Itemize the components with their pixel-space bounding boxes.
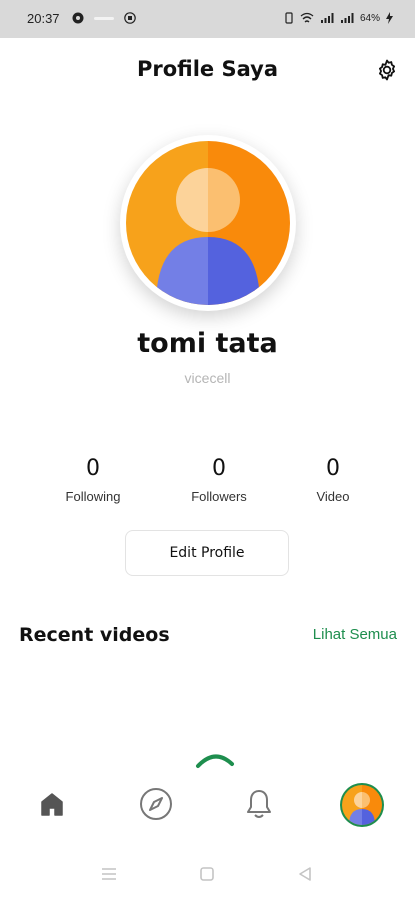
stat-label: Followers bbox=[191, 489, 247, 504]
compass-icon bbox=[140, 788, 172, 820]
stat-label: Following bbox=[65, 489, 121, 504]
stat-video[interactable]: 0 Video bbox=[273, 456, 393, 504]
wifi-icon bbox=[300, 12, 314, 23]
nav-home[interactable] bbox=[33, 785, 71, 823]
edit-profile-button[interactable]: Edit Profile bbox=[125, 530, 289, 576]
menu-icon[interactable] bbox=[100, 866, 118, 882]
stat-label: Video bbox=[316, 489, 350, 504]
status-bar: 20:37 64% bbox=[0, 0, 415, 38]
charging-icon bbox=[386, 12, 393, 24]
stat-value: 0 bbox=[212, 456, 226, 481]
nav-notifications[interactable] bbox=[240, 785, 278, 823]
vibrate-icon bbox=[285, 12, 293, 24]
dash-notification-icon bbox=[94, 17, 114, 20]
app-notification-icon bbox=[72, 12, 84, 24]
nav-explore[interactable] bbox=[137, 785, 175, 823]
lock-notification-icon bbox=[124, 12, 136, 24]
recent-videos-title: Recent videos bbox=[19, 624, 170, 646]
status-system-icons: 64% bbox=[284, 12, 393, 24]
profile-username: vicecell bbox=[184, 370, 231, 386]
gear-icon bbox=[379, 59, 395, 81]
home-square-icon[interactable] bbox=[199, 866, 215, 882]
bottom-nav bbox=[0, 770, 415, 835]
stat-value: 0 bbox=[86, 456, 100, 481]
nav-profile[interactable] bbox=[339, 782, 385, 828]
bell-icon bbox=[247, 790, 271, 818]
signal-icon bbox=[320, 13, 334, 23]
signal-icon-2 bbox=[340, 13, 354, 23]
avatar-icon bbox=[340, 783, 384, 827]
battery-percent: 64% bbox=[359, 12, 380, 24]
settings-button[interactable] bbox=[375, 58, 399, 82]
back-icon[interactable] bbox=[297, 866, 313, 882]
see-all-link[interactable]: Lihat Semua bbox=[313, 626, 397, 643]
stat-value: 0 bbox=[326, 456, 340, 481]
stat-followers[interactable]: 0 Followers bbox=[159, 456, 279, 504]
status-time: 20:37 bbox=[27, 11, 60, 26]
profile-avatar[interactable] bbox=[120, 135, 296, 311]
page-title: Profile Saya bbox=[136, 57, 278, 81]
spinner-icon bbox=[196, 754, 234, 768]
system-nav-bar bbox=[0, 852, 415, 900]
home-icon bbox=[41, 793, 63, 816]
avatar-illustration bbox=[126, 141, 290, 305]
stat-following[interactable]: 0 Following bbox=[33, 456, 153, 504]
status-notification-icons bbox=[72, 12, 136, 24]
profile-name: tomi tata bbox=[137, 328, 278, 359]
